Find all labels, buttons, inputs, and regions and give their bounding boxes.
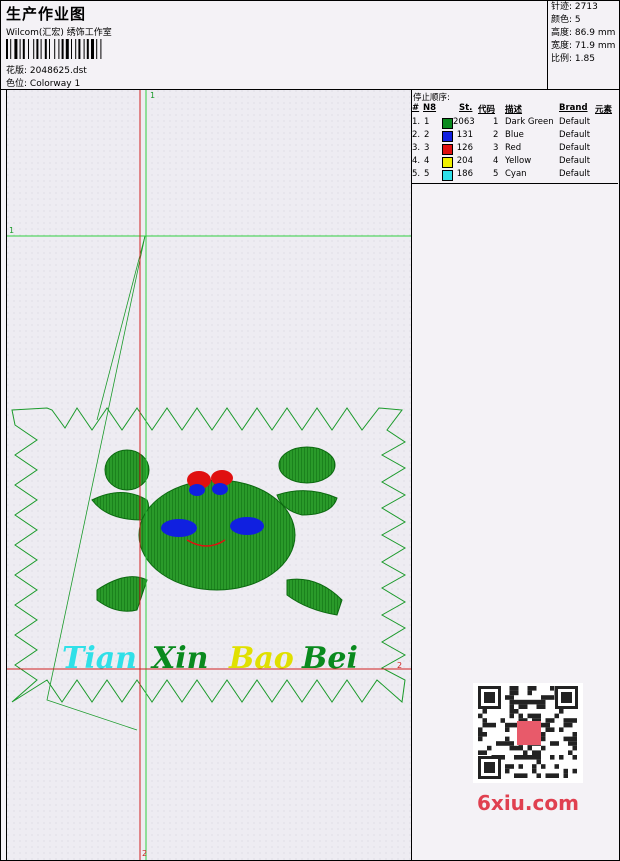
stat-stitches: 针迹: 2713 <box>551 2 598 12</box>
fabric-texture <box>7 90 411 860</box>
stop-order-row: 2. 2 131 2 Blue Default <box>412 130 591 142</box>
col-brand: Brand <box>559 103 588 113</box>
marker-2-bottom: 2 <box>142 849 147 858</box>
embroidery-preview: Tian Xin Bao Bei 1 1 2 2 <box>7 90 411 860</box>
col-n: N8 <box>423 103 437 113</box>
design-file-value: 2048625.dst <box>29 66 87 76</box>
qr-code <box>473 683 583 783</box>
sheet-header: 生产作业图 Wilcom(汇宏) 绣饰工作室 花版: 2048625.dst 色… <box>1 1 547 90</box>
color-swatch <box>442 170 453 181</box>
colorway-label: 色位: <box>6 79 28 89</box>
design-file-line: 花版: 2048625.dst <box>6 63 87 76</box>
production-sheet: 生产作业图 Wilcom(汇宏) 绣饰工作室 花版: 2048625.dst 色… <box>0 0 620 861</box>
col-desc: 描述 <box>505 105 523 115</box>
stat-colors: 颜色: 5 <box>551 15 581 25</box>
marker-1-top: 1 <box>150 91 155 100</box>
company-name: Wilcom(汇宏) 绣饰工作室 <box>6 28 112 38</box>
color-swatch <box>442 118 453 129</box>
stop-order-row: 1. 1 2063 1 Dark Green Default <box>412 117 591 129</box>
marker-1-left: 1 <box>9 226 14 235</box>
stop-order-row: 4. 4 204 4 Yellow Default <box>412 156 591 168</box>
stats-box: 针迹: 2713 颜色: 5 高度: 86.9 mm 宽度: 71.9 mm 比… <box>547 1 620 90</box>
col-stitches: St. <box>459 103 473 113</box>
stat-height: 高度: 86.9 mm <box>551 28 616 38</box>
text-word-tian: Tian <box>62 641 137 676</box>
col-element: 元素 <box>595 105 613 115</box>
sheet-title: 生产作业图 <box>6 5 87 23</box>
color-swatch <box>442 131 453 142</box>
design-file-label: 花版: <box>6 66 28 76</box>
stat-scale: 比例: 1.85 <box>551 54 595 64</box>
stop-order-row: 5. 5 186 5 Cyan Default <box>412 169 591 181</box>
colorway-value: Colorway 1 <box>29 79 81 89</box>
col-code: 代码 <box>478 105 496 115</box>
barcode <box>6 39 102 59</box>
text-word-bei: Bei <box>301 641 358 676</box>
watermark: 6xiu.com <box>477 791 579 815</box>
color-swatch <box>442 157 453 168</box>
design-canvas: Tian Xin Bao Bei 1 1 2 2 <box>6 90 412 860</box>
color-swatch <box>442 144 453 155</box>
stop-order-table: 停止顺序: # N8 St. 代码 描述 Brand 元素 1. 1 2063 1 Da… <box>411 90 618 184</box>
colorway-line: 色位: Colorway 1 <box>6 76 80 89</box>
text-word-xin: Xin <box>150 641 208 676</box>
text-word-bao: Bao <box>228 641 294 676</box>
stop-order-row: 3. 3 126 3 Red Default <box>412 143 591 155</box>
col-index: # <box>412 103 420 113</box>
stop-order-title: 停止顺序: <box>413 93 450 103</box>
stat-width: 宽度: 71.9 mm <box>551 41 616 51</box>
marker-2-right: 2 <box>397 661 402 670</box>
